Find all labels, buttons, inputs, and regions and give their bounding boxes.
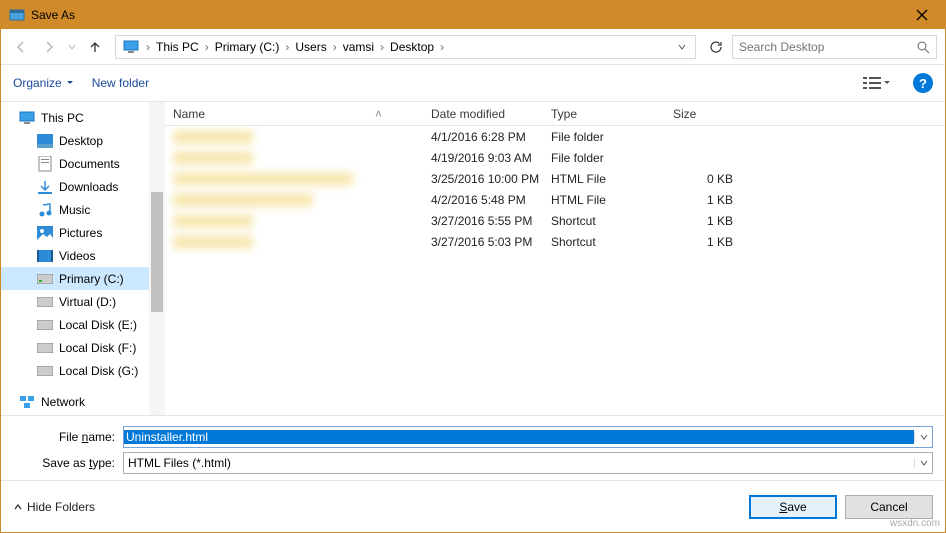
drive-icon <box>37 271 53 287</box>
downloads-icon <box>37 179 53 195</box>
tree-item-virtual-drive[interactable]: Virtual (D:) <box>1 290 165 313</box>
column-name[interactable]: Name˄ <box>165 102 423 125</box>
column-date[interactable]: Date modified <box>423 102 543 125</box>
column-type[interactable]: Type <box>543 102 665 125</box>
tree-item-local-disk-e[interactable]: Local Disk (E:) <box>1 313 165 336</box>
organize-menu[interactable]: Organize <box>13 76 74 90</box>
file-rows: 4/1/2016 6:28 PMFile folder 4/19/2016 9:… <box>165 126 945 415</box>
pictures-icon <box>37 225 53 241</box>
videos-icon <box>37 248 53 264</box>
sort-indicator: ˄ <box>375 107 382 121</box>
help-button[interactable]: ? <box>913 73 933 93</box>
watermark: wsxdn.com <box>890 518 940 529</box>
chevron-right-icon: › <box>378 40 386 54</box>
type-dropdown[interactable] <box>914 458 932 468</box>
chevron-right-icon: › <box>283 40 291 54</box>
tree-item-music[interactable]: Music <box>1 198 165 221</box>
tree-network[interactable]: Network <box>1 390 165 413</box>
breadcrumb: ›vamsi <box>331 40 378 54</box>
history-dropdown[interactable] <box>65 43 79 51</box>
drive-icon <box>37 340 53 356</box>
filename-input[interactable] <box>123 426 933 448</box>
new-folder-button[interactable]: New folder <box>92 76 149 90</box>
tree-item-desktop[interactable]: Desktop <box>1 129 165 152</box>
drive-icon <box>37 317 53 333</box>
filename-dropdown[interactable] <box>914 432 932 442</box>
cancel-button[interactable]: Cancel <box>845 495 933 519</box>
back-button[interactable] <box>9 35 33 59</box>
filename-label: File name: <box>13 430 123 444</box>
command-bar: Organize New folder ? <box>1 65 945 101</box>
search-input[interactable] <box>739 40 916 54</box>
monitor-icon <box>19 110 35 126</box>
documents-icon <box>37 156 53 172</box>
save-button[interactable]: Save <box>749 495 837 519</box>
drive-icon <box>37 294 53 310</box>
navigation-tree: This PC Desktop Documents Downloads Musi… <box>1 102 165 415</box>
tree-item-videos[interactable]: Videos <box>1 244 165 267</box>
hide-folders-toggle[interactable]: Hide Folders <box>13 500 95 514</box>
drive-icon <box>37 363 53 379</box>
chevron-up-icon <box>13 502 23 512</box>
refresh-button[interactable] <box>704 35 728 59</box>
app-icon <box>9 7 25 23</box>
breadcrumb: ›Desktop› <box>378 40 446 54</box>
breadcrumb: ›Primary (C:) <box>203 40 284 54</box>
tree-item-local-disk-g[interactable]: Local Disk (G:) <box>1 359 165 382</box>
titlebar: Save As <box>1 1 945 29</box>
chevron-right-icon: › <box>144 40 152 54</box>
tree-item-downloads[interactable]: Downloads <box>1 175 165 198</box>
address-bar[interactable]: ›This PC ›Primary (C:) ›Users ›vamsi ›De… <box>115 35 696 59</box>
column-headers: Name˄ Date modified Type Size <box>165 102 945 126</box>
chevron-right-icon: › <box>438 40 446 54</box>
tree-this-pc[interactable]: This PC <box>1 106 165 129</box>
breadcrumb: ›This PC <box>144 40 203 54</box>
file-row[interactable]: 3/27/2016 5:03 PMShortcut1 KB <box>165 231 945 252</box>
network-icon <box>19 394 35 410</box>
address-dropdown[interactable] <box>671 42 693 52</box>
breadcrumb: ›Users <box>283 40 330 54</box>
column-size[interactable]: Size <box>665 102 745 125</box>
music-icon <box>37 202 53 218</box>
navigation-row: ›This PC ›Primary (C:) ›Users ›vamsi ›De… <box>1 29 945 65</box>
monitor-icon <box>122 38 140 56</box>
save-form: File name: Save as type: HTML Files (*.h… <box>1 415 945 480</box>
sidebar-scrollbar[interactable] <box>149 102 165 415</box>
up-button[interactable] <box>83 35 107 59</box>
tree-item-pictures[interactable]: Pictures <box>1 221 165 244</box>
main-area: This PC Desktop Documents Downloads Musi… <box>1 101 945 415</box>
window-title: Save As <box>31 8 899 22</box>
close-button[interactable] <box>899 1 945 29</box>
search-box[interactable] <box>732 35 937 59</box>
file-row[interactable]: 4/2/2016 5:48 PMHTML File1 KB <box>165 189 945 210</box>
dialog-footer: Hide Folders Save Cancel <box>1 480 945 532</box>
search-icon <box>916 40 930 54</box>
file-row[interactable]: 3/27/2016 5:55 PMShortcut1 KB <box>165 210 945 231</box>
view-button[interactable] <box>859 74 895 92</box>
file-row[interactable]: 3/25/2016 10:00 PMHTML File0 KB <box>165 168 945 189</box>
file-row[interactable]: 4/1/2016 6:28 PMFile folder <box>165 126 945 147</box>
save-type-label: Save as type: <box>13 456 123 470</box>
forward-button[interactable] <box>37 35 61 59</box>
chevron-right-icon: › <box>203 40 211 54</box>
tree-item-documents[interactable]: Documents <box>1 152 165 175</box>
chevron-right-icon: › <box>331 40 339 54</box>
save-type-select[interactable]: HTML Files (*.html) <box>123 452 933 474</box>
tree-item-local-disk-f[interactable]: Local Disk (F:) <box>1 336 165 359</box>
file-list-pane: Name˄ Date modified Type Size 4/1/2016 6… <box>165 102 945 415</box>
file-row[interactable]: 4/19/2016 9:03 AMFile folder <box>165 147 945 168</box>
tree-item-primary-drive[interactable]: Primary (C:) <box>1 267 165 290</box>
desktop-icon <box>37 133 53 149</box>
